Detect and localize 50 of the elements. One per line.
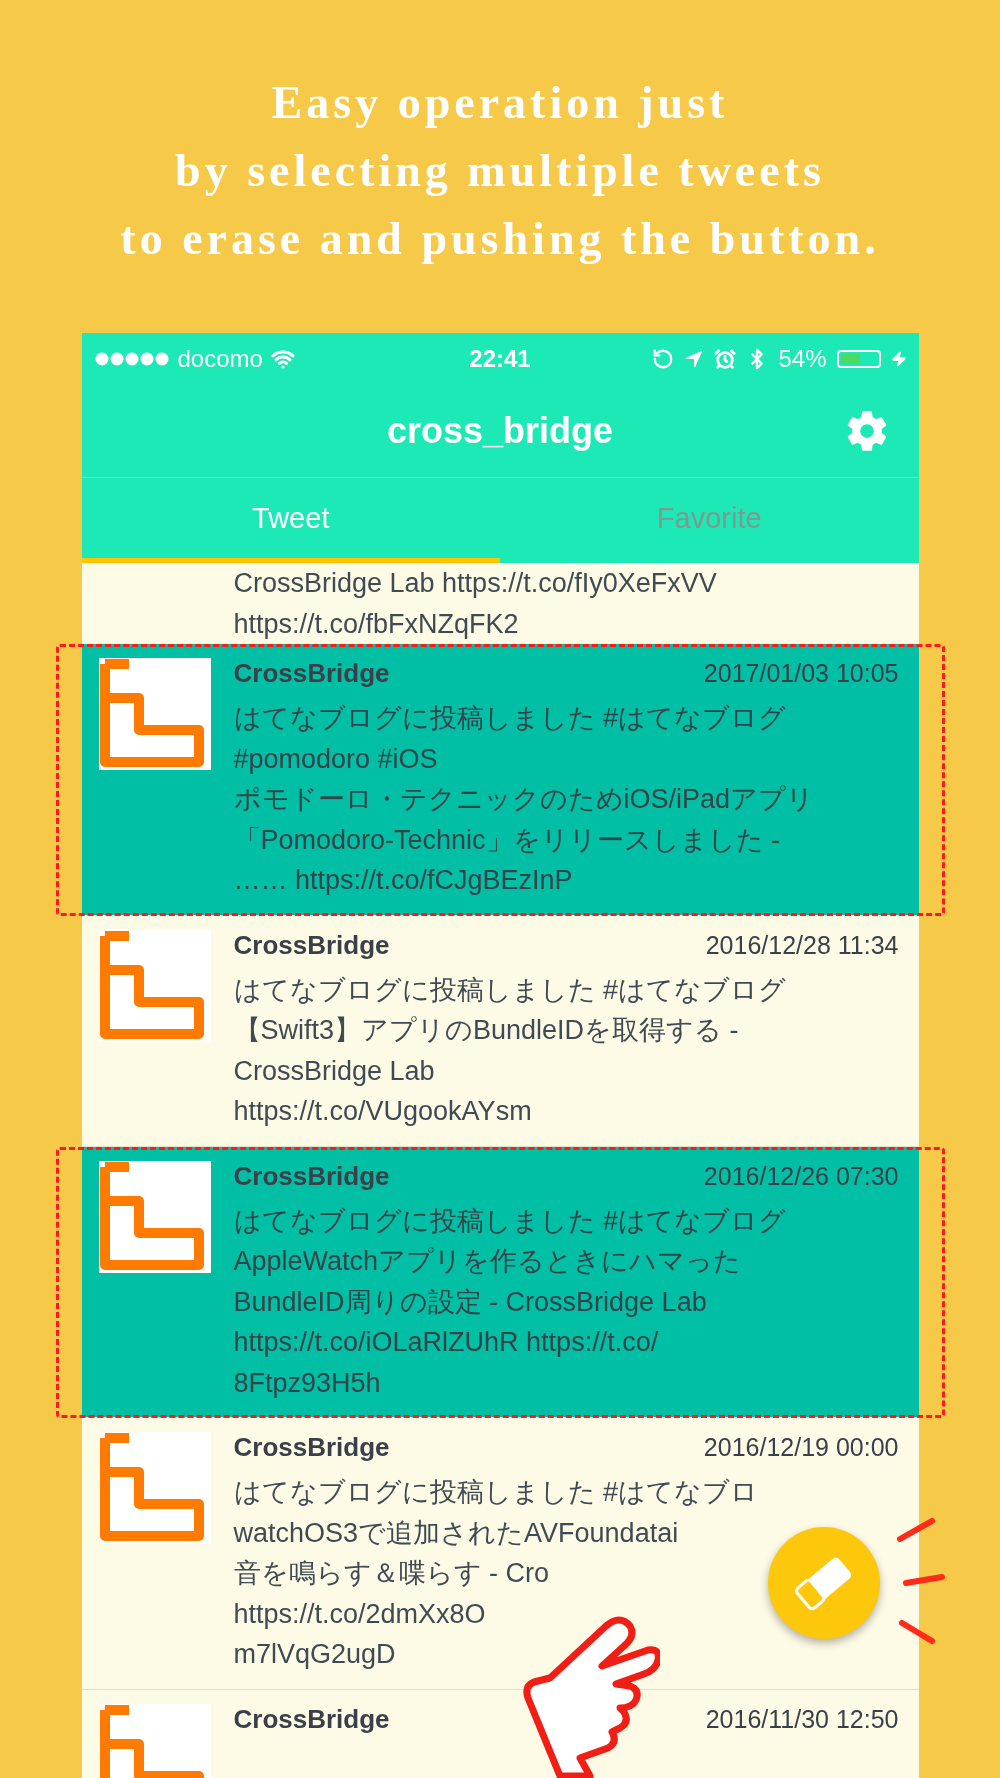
avatar-icon [98, 658, 211, 770]
tweet-author: CrossBridge [233, 1703, 390, 1735]
battery-icon [836, 350, 881, 368]
tweet-text-line: …… https://t.co/fCJgBEzInP [233, 864, 573, 897]
tweet-text-line: #pomodoro #iOS [233, 742, 438, 776]
selected-tweet-row[interactable]: CrossBridge 2016/12/26 07:30 はてなブログに投稿しました #はてなブログ AppleWatchアプリを作るときにハマった BundleID周りの設定 - CrossBridge Lab https://t.co/iOLaRlZUhR https://t.co/ 8Ftpz93H5h [81, 1146, 919, 1418]
carrier-text: docomo [177, 345, 263, 373]
tweet-text-line: https://t.co/iOLaRlZUhR https://t.co/ [233, 1326, 659, 1359]
charging-icon [890, 351, 907, 367]
tweet-text-line: CrossBridge Lab [233, 1054, 435, 1088]
tweet-text-line: はてなブログに投稿しました #はてなブログ [233, 973, 787, 1007]
tweet-text-line: CrossBridge Lab https://t.co/fIy0XeFxVV [233, 567, 717, 600]
tweet-date: 2016/12/26 07:30 [703, 1161, 899, 1191]
tweet-text-line: 「Pomodoro-Technic」をリリースしました - [233, 823, 781, 857]
tweet-text-line: https://t.co/2dmXx8O [233, 1597, 486, 1631]
rotation-lock-icon [652, 348, 675, 370]
tweet-text-line: 8Ftpz93H5h [233, 1366, 381, 1400]
alarm-icon [714, 348, 737, 370]
tweet-text-line: はてなブログに投稿しました #はてなブログ [233, 1204, 787, 1238]
headline-text: Easy operation just [271, 76, 729, 130]
location-icon [684, 349, 705, 369]
tweet-author: CrossBridge [233, 1160, 390, 1192]
tweet-text-line: m7lVqG2ugD [233, 1638, 396, 1671]
tweet-text-line: 【Swift3】アプリのBundleIDを取得する - [233, 1014, 739, 1047]
tweet-text-line: はてなブログに投稿しました #はてなブログ [233, 702, 787, 735]
nav-title: cross_bridge [386, 410, 614, 452]
tweet-date: 2016/12/19 00:00 [703, 1433, 899, 1462]
tweet-text-line: はてなブログに投稿しました #はてなブロ [233, 1476, 759, 1509]
avatar-icon [98, 1432, 211, 1544]
signal-icon [93, 351, 170, 367]
tweet-text-line: watchOS3で追加されたAVFoundatai [233, 1516, 679, 1550]
headline-text: by selecting multiple tweets [175, 144, 825, 198]
battery-percent: 54% [778, 345, 827, 373]
tweet-text-line: https://t.co/VUgookAYsm [233, 1095, 532, 1128]
tweet-text-line: BundleID周りの設定 - CrossBridge Lab [233, 1285, 707, 1319]
selected-tweet-row[interactable]: CrossBridge 2017/01/03 10:05 はてなブログに投稿しました #はてなブログ #pomodoro #iOS ポモドーロ・テクニックのためiOS/iPadアプリ 「Pomodoro-Technic」をリリースしました - …… https://t.co/fCJgBEzInP [81, 644, 919, 916]
tweet-author: CrossBridge [233, 929, 390, 961]
avatar-icon [98, 929, 211, 1042]
tweet-text-line: AppleWatchアプリを作るときにハマった [233, 1245, 742, 1278]
tweet-author: CrossBridge [233, 658, 390, 689]
tweet-author: CrossBridge [233, 1432, 390, 1463]
tweet-date: 2016/11/30 12:50 [705, 1704, 899, 1734]
headline-text: to erase and pushing the button. [120, 212, 880, 266]
tweet-date: 2017/01/03 10:05 [703, 659, 899, 688]
clock-text: 22:41 [469, 345, 531, 373]
tweet-date: 2016/12/28 11:34 [705, 930, 899, 960]
avatar-icon [98, 1160, 211, 1273]
tweet-text-line: ポモドーロ・テクニックのためiOS/iPadアプリ [233, 783, 815, 816]
tweet-text-line: 音を鳴らす＆喋らす - Cro [233, 1557, 549, 1590]
tweet-text-line: https://t.co/fbFxNZqFK2 [233, 607, 519, 641]
